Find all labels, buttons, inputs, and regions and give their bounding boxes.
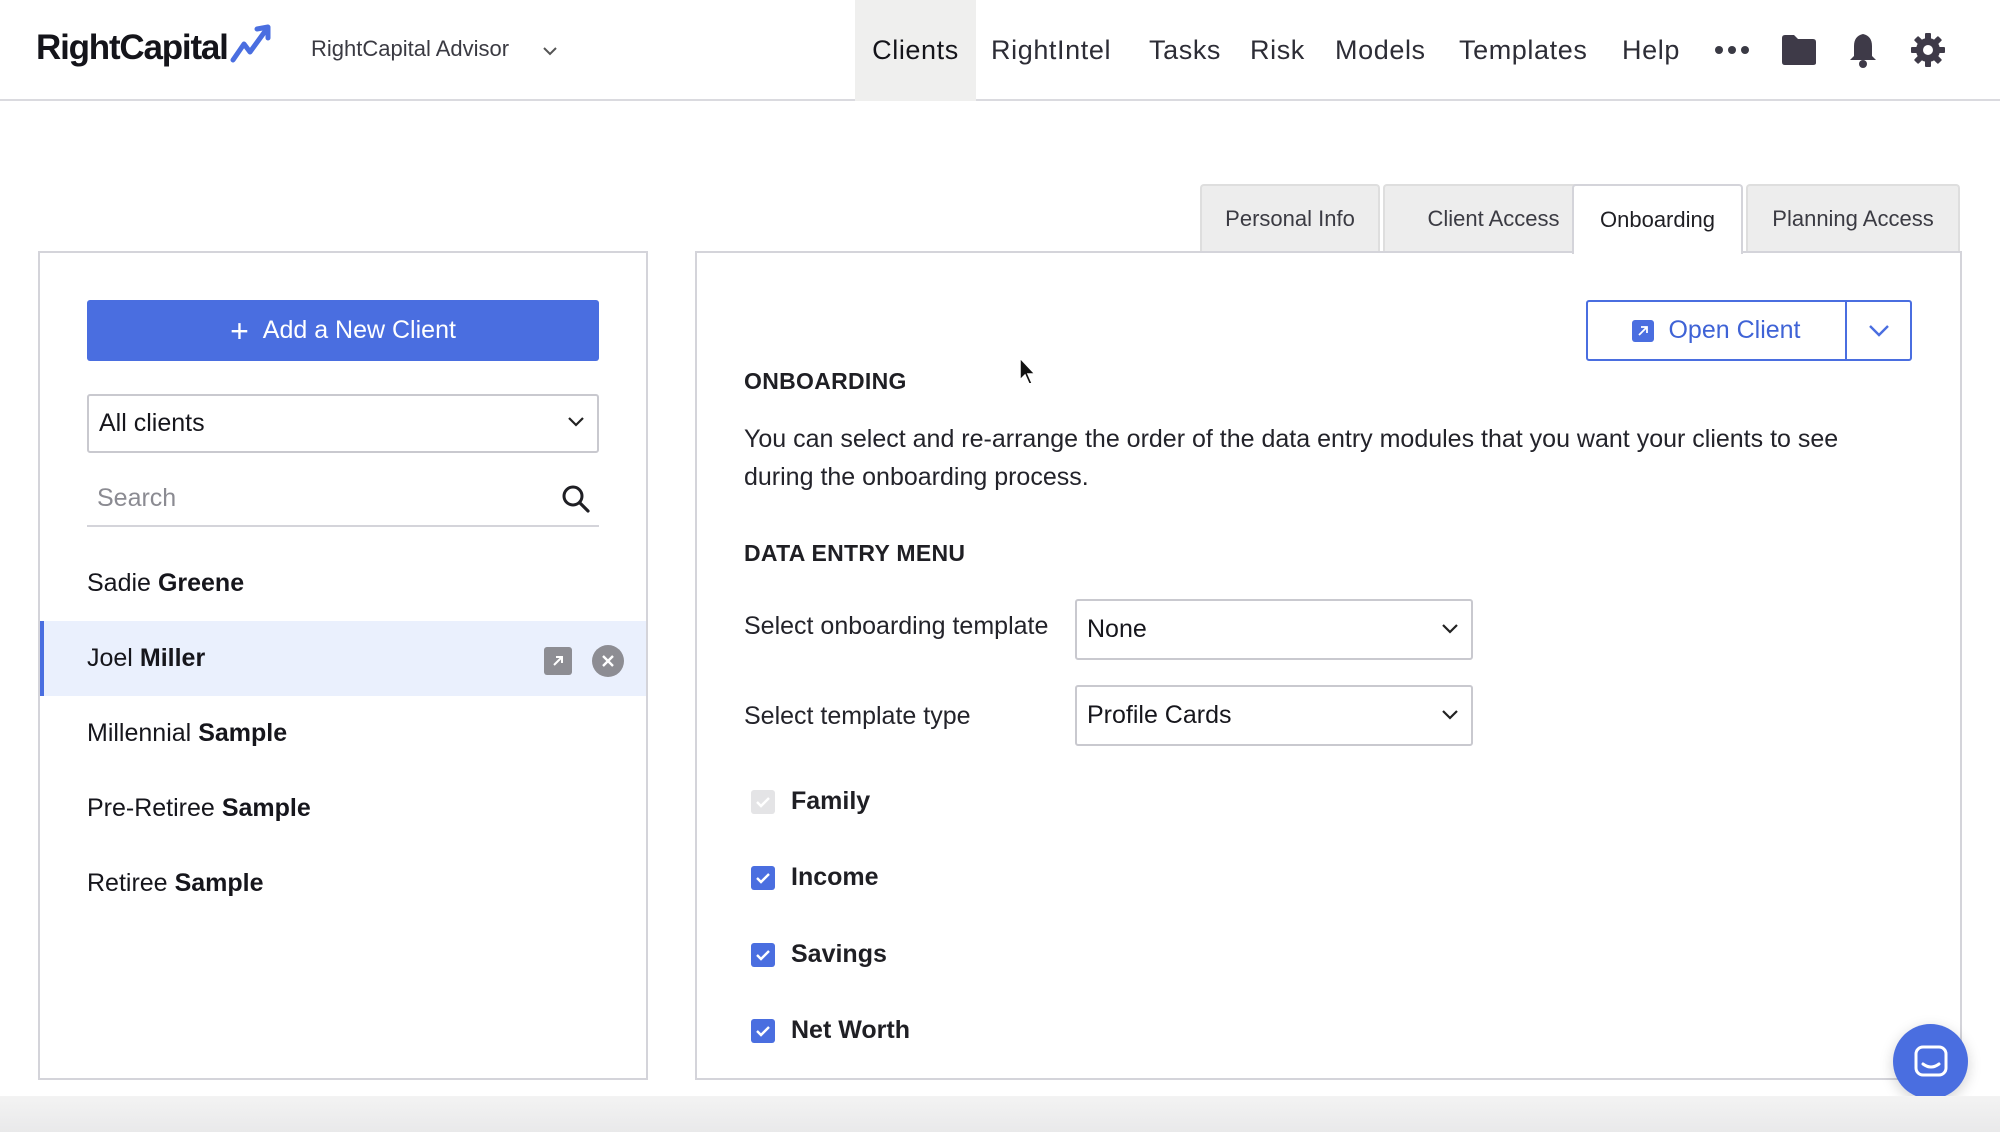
nav-clients[interactable]: Clients [855, 0, 976, 101]
bell-icon[interactable] [1846, 31, 1880, 69]
client-list-item[interactable]: Pre-Retiree Sample [40, 771, 646, 846]
check-icon [756, 872, 770, 884]
tab-onboarding[interactable]: Onboarding [1572, 184, 1743, 254]
open-client-split-button: Open Client [1586, 300, 1912, 361]
check-icon [756, 949, 770, 961]
client-first-name: Joel [87, 644, 133, 672]
top-navigation-bar: RightCapital RightCapital Advisor Client… [0, 0, 2000, 101]
mouse-cursor-icon [1019, 356, 1037, 385]
rightcapital-logo[interactable]: RightCapital [36, 24, 276, 70]
client-first-name: Retiree [87, 869, 168, 897]
nav-tasks-label: Tasks [1149, 35, 1222, 65]
template-type-select[interactable]: Profile Cards [1075, 685, 1473, 746]
tab-client-access-label: Client Access [1427, 205, 1560, 231]
logo-wordmark: RightCapital [36, 28, 229, 67]
nav-risk-label: Risk [1250, 35, 1305, 65]
chevron-down-icon [568, 417, 584, 427]
client-search-input[interactable] [87, 470, 539, 527]
tab-onboarding-label: Onboarding [1600, 207, 1715, 232]
folder-icon[interactable] [1780, 32, 1818, 68]
add-new-client-button[interactable]: + Add a New Client [87, 300, 599, 361]
module-label: Income [791, 863, 879, 891]
open-client-label: Open Client [1668, 316, 1801, 344]
template-type-value: Profile Cards [1087, 701, 1232, 729]
add-new-client-label: Add a New Client [262, 316, 456, 344]
client-first-name: Millennial [87, 719, 192, 747]
module-checkbox-income[interactable]: Income [751, 863, 879, 892]
module-checkbox-family[interactable]: Family [751, 787, 870, 816]
chevron-down-icon [1442, 624, 1458, 634]
chevron-down-icon [543, 47, 557, 56]
client-list-item-selected[interactable]: Joel Miller [40, 621, 646, 696]
page-footer-shadow [0, 1096, 2000, 1132]
nav-tasks[interactable]: Tasks [1149, 0, 1221, 101]
client-list-item[interactable]: Sadie Greene [40, 546, 646, 621]
advisor-switcher[interactable]: RightCapital Advisor [311, 36, 557, 62]
check-icon [756, 796, 770, 808]
logo-arrow-icon [230, 24, 271, 63]
nav-models-label: Models [1335, 35, 1426, 65]
nav-risk[interactable]: Risk [1250, 0, 1305, 101]
nav-rightintel-label: RightIntel [991, 35, 1112, 65]
open-external-icon [1632, 319, 1655, 342]
gear-icon[interactable] [1909, 31, 1947, 69]
tab-planning-access-label: Planning Access [1772, 205, 1934, 231]
module-label: Family [791, 787, 871, 815]
onboarding-description: You can select and re-arrange the order … [744, 425, 1839, 491]
client-filter-value: All clients [99, 409, 205, 437]
client-search [87, 470, 599, 527]
client-last-name: Sample [221, 794, 311, 822]
module-checkbox-net-worth[interactable]: Net Worth [751, 1016, 910, 1045]
onboarding-template-value: None [1087, 615, 1147, 643]
more-icon[interactable] [1711, 36, 1753, 64]
client-last-name: Sample [174, 869, 264, 897]
tab-personal-info[interactable]: Personal Info [1200, 184, 1380, 251]
tab-client-access[interactable]: Client Access [1383, 184, 1604, 251]
nav-clients-label: Clients [872, 35, 959, 65]
tab-personal-info-label: Personal Info [1225, 205, 1355, 231]
onboarding-template-label: Select onboarding template [744, 612, 1049, 640]
client-first-name: Pre-Retiree [87, 794, 215, 822]
tab-planning-access[interactable]: Planning Access [1746, 184, 1960, 251]
template-type-label: Select template type [744, 702, 971, 730]
client-list-item[interactable]: Retiree Sample [40, 846, 646, 921]
nav-templates[interactable]: Templates [1459, 0, 1587, 101]
section-title: ONBOARDING [744, 368, 907, 394]
advisor-label: RightCapital Advisor [311, 36, 510, 61]
open-client-dropdown-button[interactable] [1847, 302, 1910, 359]
checkbox-checked [751, 942, 775, 967]
chat-icon [1914, 1045, 1947, 1076]
client-last-name: Sample [198, 719, 288, 747]
chevron-down-icon [1868, 324, 1889, 337]
client-last-name: Miller [139, 644, 206, 672]
search-icon[interactable] [561, 484, 591, 514]
nav-help-label: Help [1622, 35, 1680, 65]
data-entry-menu-title: DATA ENTRY MENU [744, 540, 966, 566]
chat-launcher-button[interactable] [1893, 1024, 1968, 1099]
client-row-actions [544, 645, 624, 677]
module-label: Net Worth [791, 1016, 910, 1044]
nav-help[interactable]: Help [1622, 0, 1680, 101]
module-checkbox-savings[interactable]: Savings [751, 940, 887, 969]
client-filter-select[interactable]: All clients [87, 394, 599, 453]
nav-models[interactable]: Models [1335, 0, 1426, 101]
remove-client-icon[interactable] [592, 645, 624, 677]
checkbox-disabled [751, 789, 775, 814]
client-last-name: Greene [157, 569, 245, 597]
open-client-button[interactable]: Open Client [1588, 302, 1847, 359]
open-external-icon[interactable] [544, 647, 572, 675]
module-label: Savings [791, 940, 887, 968]
client-list-item[interactable]: Millennial Sample [40, 696, 646, 771]
client-first-name: Sadie [87, 569, 151, 597]
onboarding-template-select[interactable]: None [1075, 599, 1473, 660]
nav-templates-label: Templates [1459, 35, 1588, 65]
check-icon [756, 1025, 770, 1037]
checkbox-checked [751, 865, 775, 890]
plus-icon: + [230, 312, 249, 349]
checkbox-checked [751, 1018, 775, 1043]
chevron-down-icon [1442, 710, 1458, 720]
nav-rightintel[interactable]: RightIntel [991, 0, 1111, 101]
